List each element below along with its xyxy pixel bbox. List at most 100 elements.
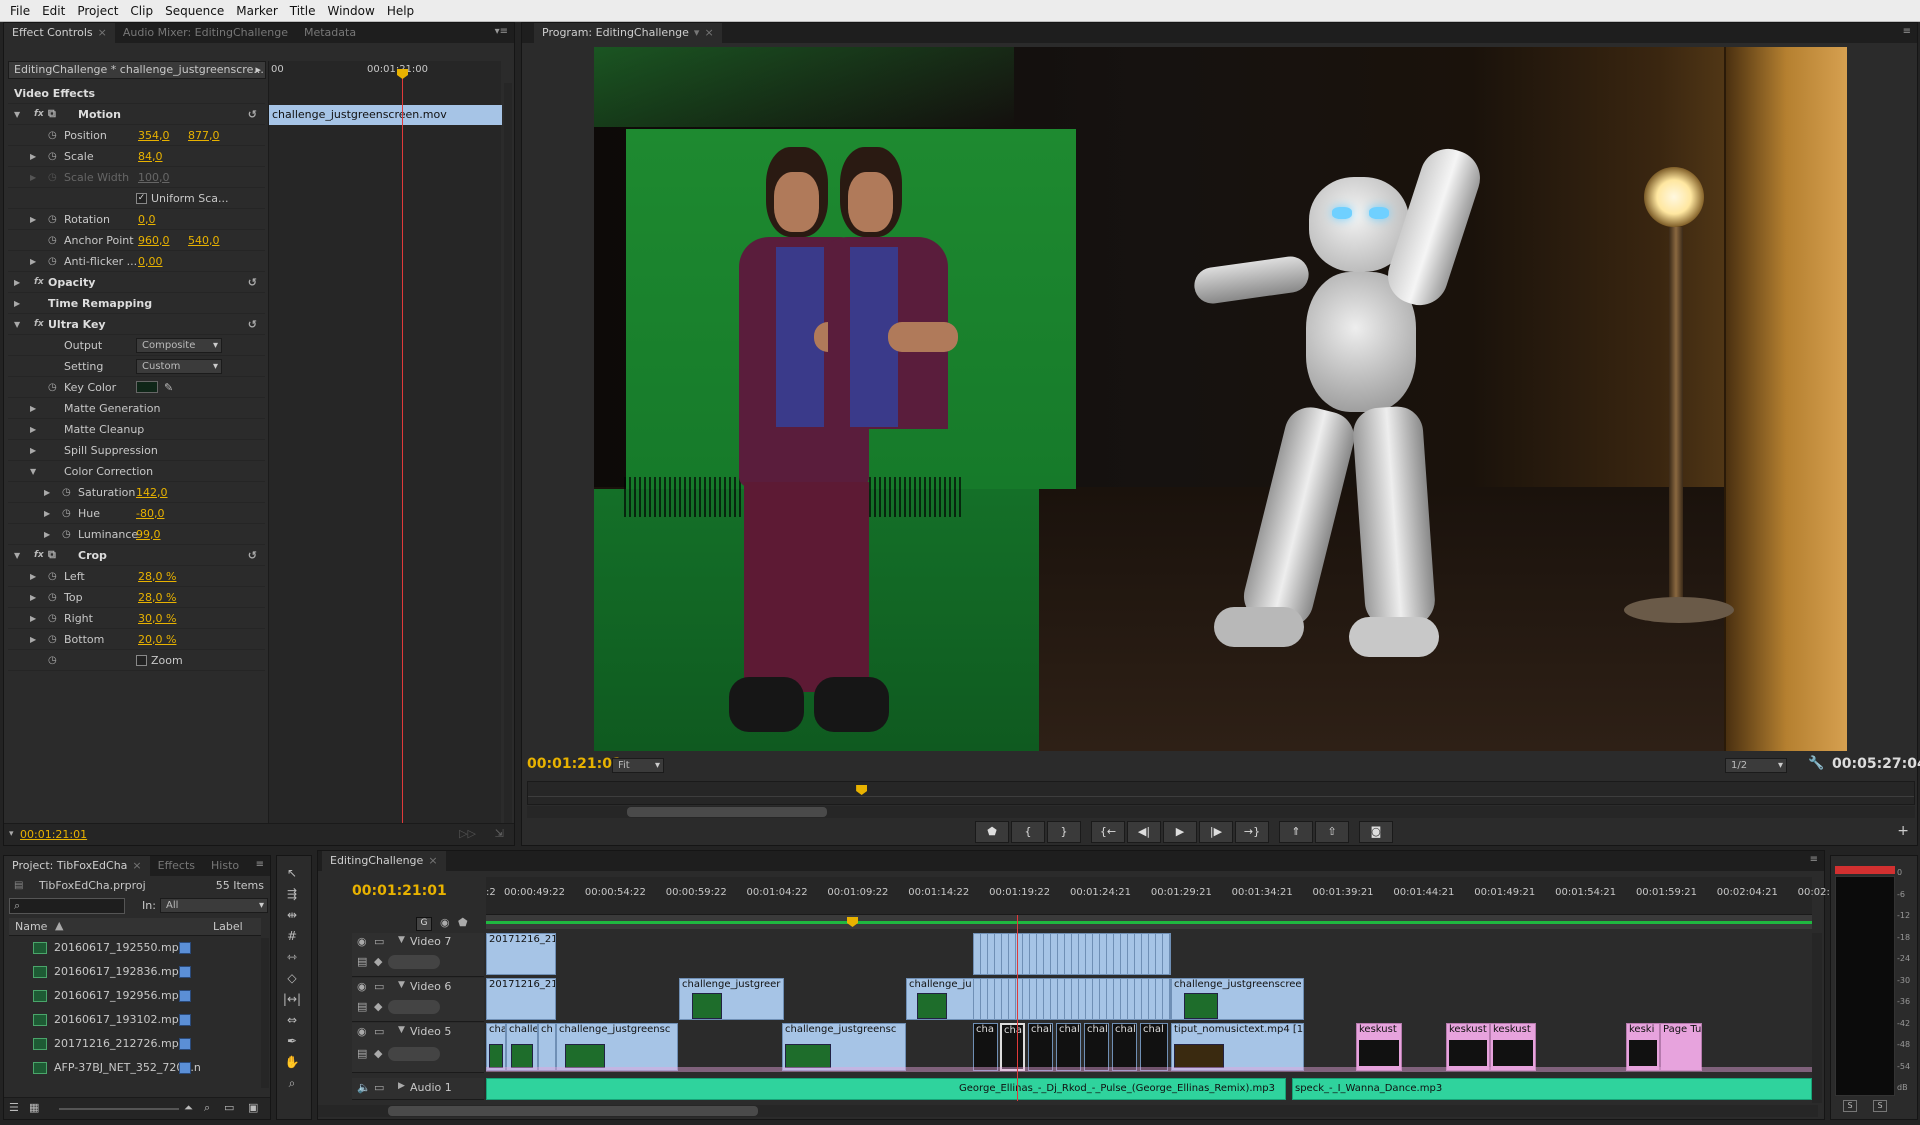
label-color-swatch[interactable] (179, 1037, 191, 1050)
speaker-icon[interactable]: 🔈 (357, 1081, 371, 1094)
expand-right-icon[interactable]: ▶ (30, 593, 36, 602)
tab-sequence[interactable]: EditingChallenge × (322, 851, 446, 871)
program-time-ruler[interactable] (527, 781, 1915, 805)
scale-value[interactable]: 84,0 (138, 150, 163, 163)
stopwatch-icon[interactable]: ◷ (48, 130, 57, 141)
timeline-clip[interactable]: challenge_ju (906, 978, 974, 1020)
opacity-effect-row[interactable]: ▶ fx Opacity ↺ (8, 272, 265, 293)
expand-icon[interactable]: ▶ (398, 1081, 405, 1091)
audio-clip[interactable]: George_Ellinas_-_Dj_Rkod_-_Pulse_(George… (486, 1078, 1286, 1100)
tab-history[interactable]: Histo (203, 856, 247, 876)
eye-icon[interactable]: ◉ (357, 935, 367, 948)
display-style-icon[interactable]: ▤ (357, 1000, 367, 1013)
crop-effect-row[interactable]: ▼ fx ⧉ Crop ↺ (8, 545, 265, 566)
program-video-frame[interactable] (594, 47, 1847, 751)
expand-right-icon[interactable]: ▶ (30, 425, 36, 434)
expand-right-icon[interactable]: ▶ (14, 299, 20, 308)
project-list-item[interactable]: AFP-37BJ_NET_352_720p.n (9, 1058, 225, 1077)
extract-button[interactable]: ⇧ (1315, 821, 1349, 843)
timeline-vertical-scrollbar[interactable] (1812, 933, 1822, 1103)
stopwatch-icon[interactable]: ◷ (48, 655, 57, 666)
fx-toggle-icon[interactable]: fx (34, 109, 44, 119)
hand-tool-icon[interactable]: ✋ (282, 1055, 302, 1073)
timeline-clip[interactable]: chal (1140, 1023, 1168, 1071)
zoom-checkbox[interactable] (136, 654, 147, 666)
anchor-x-value[interactable]: 960,0 (138, 234, 170, 247)
expand-right-icon[interactable]: ▶ (30, 446, 36, 455)
crop-bottom-value[interactable]: 20,0 % (138, 633, 176, 646)
export-frame-camera-icon[interactable]: ◙ (1359, 821, 1393, 843)
fx-toggle-icon[interactable]: fx (34, 277, 44, 287)
output-dropdown[interactable]: Composite (136, 337, 222, 353)
effect-controls-timecode[interactable]: 00:01:21:01 (20, 828, 87, 841)
position-x-value[interactable]: 354,0 (138, 129, 170, 142)
go-to-in-button[interactable]: {← (1091, 821, 1125, 843)
slip-tool-icon[interactable]: |↔| (282, 992, 302, 1010)
lock-icon[interactable]: ▭ (374, 1081, 384, 1094)
keyframe-icon[interactable]: ◆ (374, 1000, 382, 1013)
keyframe-navigator[interactable] (388, 1047, 440, 1061)
effect-mini-timeline[interactable]: 00 00:01:21:00 challenge_justgreenscreen… (268, 61, 502, 841)
timeline-horizontal-scrollbar[interactable] (318, 1105, 1818, 1117)
tab-effect-controls[interactable]: Effect Controls × (4, 23, 115, 43)
resolution-dropdown[interactable]: 1/2 (1725, 758, 1787, 773)
step-back-button[interactable]: ◀| (1127, 821, 1161, 843)
collapse-icon[interactable]: ▼ (398, 1025, 405, 1035)
slide-tool-icon[interactable]: ⇔ (282, 1013, 302, 1031)
stopwatch-icon[interactable]: ◷ (48, 571, 57, 582)
timeline-clip[interactable]: challenge_justgreer (679, 978, 784, 1020)
display-style-icon[interactable]: ▤ (357, 955, 367, 968)
export-icon[interactable]: ⇲ (495, 827, 504, 840)
expand-right-icon[interactable]: ▶ (44, 509, 50, 518)
program-zoom-scrollbar[interactable] (527, 806, 1915, 818)
anchor-y-value[interactable]: 540,0 (188, 234, 220, 247)
program-playhead-marker-icon[interactable] (856, 785, 868, 795)
reset-icon[interactable]: ↺ (248, 108, 257, 121)
luminance-value[interactable]: 99,0 (136, 528, 161, 541)
timeline-clip[interactable]: chal (1056, 1023, 1081, 1071)
timeline-clip[interactable]: cha (486, 1023, 506, 1071)
project-search-input[interactable]: ⌕ (9, 898, 125, 914)
timeline-clip[interactable]: keski (1626, 1023, 1660, 1071)
panel-menu-icon[interactable]: ≡ (256, 859, 264, 870)
add-marker-button[interactable]: ⬟ (975, 821, 1009, 843)
tab-audio-mixer[interactable]: Audio Mixer: EditingChallenge (115, 23, 296, 43)
keyframe-icon[interactable]: ◆ (374, 1047, 382, 1060)
timeline-clip[interactable]: keskust (1490, 1023, 1536, 1071)
zoom-fit-dropdown[interactable]: Fit (612, 758, 664, 773)
selection-tool-icon[interactable]: ↖ (282, 866, 302, 884)
expand-down-icon[interactable]: ▼ (14, 320, 20, 329)
expand-right-icon[interactable]: ▶ (44, 488, 50, 497)
project-list-item[interactable]: 20160617_192956.mp4 (9, 986, 225, 1005)
timeline-clip[interactable]: ch (538, 1023, 556, 1071)
timeline-clip[interactable]: challenge_justgreenscree (1171, 978, 1304, 1020)
stopwatch-icon[interactable]: ◷ (62, 529, 71, 540)
timeline-clip[interactable]: challenge_justgreensc (782, 1023, 906, 1071)
rotation-value[interactable]: 0,0 (138, 213, 156, 226)
timeline-clip[interactable]: challe (506, 1023, 538, 1071)
motion-effect-row[interactable]: ▼ fx ⧉ Motion ↺ (8, 104, 265, 125)
solo-right-button[interactable]: S (1873, 1100, 1887, 1112)
automate-sequence-icon[interactable]: ⏶ (184, 1101, 193, 1115)
crop-top-value[interactable]: 28,0 % (138, 591, 176, 604)
tab-metadata[interactable]: Metadata (296, 23, 364, 43)
razor-tool-icon[interactable]: ◇ (282, 971, 302, 989)
lift-button[interactable]: ⇑ (1279, 821, 1313, 843)
expand-down-icon[interactable]: ▼ (14, 551, 20, 560)
timeline-timecode[interactable]: 00:01:21:01 (352, 883, 447, 899)
position-y-value[interactable]: 877,0 (188, 129, 220, 142)
sync-lock-icon[interactable]: ◉ (440, 916, 450, 929)
menu-window[interactable]: Window (321, 4, 380, 18)
expand-right-icon[interactable]: ▶ (30, 152, 36, 161)
stopwatch-icon[interactable]: ◷ (62, 487, 71, 498)
crop-right-value[interactable]: 30,0 % (138, 612, 176, 625)
add-marker-icon[interactable]: ⬟ (458, 916, 468, 929)
icon-view-icon[interactable]: ▦ (29, 1101, 39, 1114)
snap-icon[interactable]: G (416, 917, 432, 931)
timeline-clip[interactable]: chal (1084, 1023, 1109, 1071)
step-forward-button[interactable]: |▶ (1199, 821, 1233, 843)
stopwatch-icon[interactable]: ◷ (48, 634, 57, 645)
stopwatch-icon[interactable]: ◷ (48, 151, 57, 162)
find-icon[interactable]: ⌕ (204, 1101, 210, 1115)
timeline-clip[interactable]: cha (973, 1023, 998, 1071)
